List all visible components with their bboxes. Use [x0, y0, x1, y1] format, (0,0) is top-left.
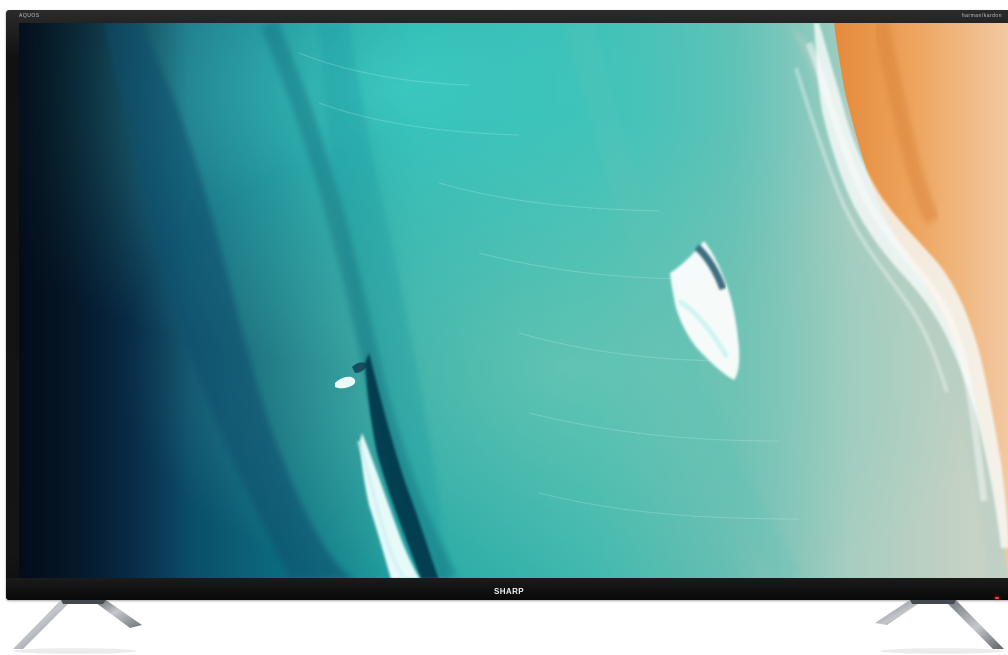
bottom-bezel: SHARP	[6, 578, 1008, 600]
ocean-beach-image	[19, 23, 1008, 579]
tv-screen	[19, 23, 1008, 579]
sharp-logo: SHARP	[493, 587, 525, 596]
aquos-logo: AQUOS	[19, 13, 40, 19]
tv-set: AQUOS harman/kardon SHARP	[6, 10, 1008, 600]
stand-leg-left-shape	[13, 600, 142, 654]
product-image: AQUOS harman/kardon SHARP	[0, 0, 1008, 655]
stand-leg-right	[872, 600, 1008, 655]
stand-leg-left	[5, 600, 145, 655]
stand-leg-right-shape	[875, 600, 1004, 654]
power-indicator-light	[995, 597, 999, 599]
harman-kardon-logo: harman/kardon	[961, 13, 1002, 19]
